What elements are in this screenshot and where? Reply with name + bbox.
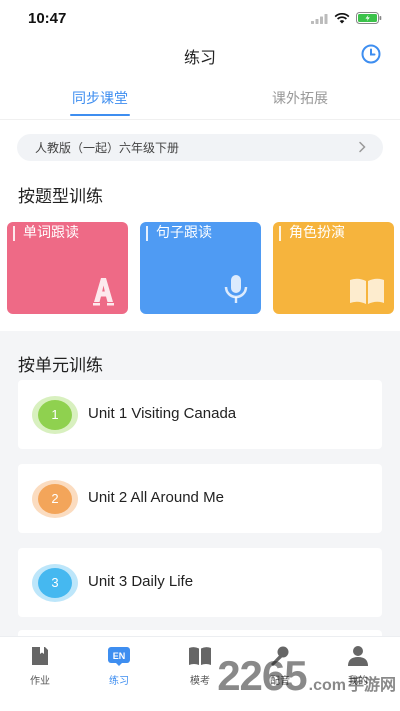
book-icon [350, 278, 384, 304]
word-reading-label: 单词跟读 [13, 226, 79, 241]
microphone-icon [224, 275, 248, 303]
tabbar-homework[interactable]: 作业 [10, 645, 70, 687]
watermark-text: 手游网 [347, 677, 396, 694]
sentence-reading-label: 句子跟读 [146, 226, 212, 241]
watermark-suffix: .com [308, 677, 346, 694]
status-bar: 10:47 [0, 0, 400, 38]
tabbar-homework-label: 作业 [30, 676, 50, 687]
unit-badge: 1 [32, 396, 78, 434]
unit-title: Unit 2 All Around Me [88, 489, 224, 506]
watermark-number: 2265 [217, 652, 307, 699]
textbook-label: 人教版（一起）六年级下册 [35, 141, 180, 155]
tab-active-indicator [70, 114, 130, 116]
word-reading-card[interactable]: 单词跟读 [7, 222, 128, 314]
sentence-reading-card[interactable]: 句子跟读 [140, 222, 261, 314]
role-play-label: 角色扮演 [279, 226, 345, 241]
unit-number: 3 [38, 568, 72, 598]
exam-book-icon [189, 647, 211, 665]
unit-row-3[interactable]: 3 Unit 3 Daily Life [18, 548, 382, 617]
chevron-right-icon [359, 141, 366, 153]
unit-row-1[interactable]: 1 Unit 1 Visiting Canada [18, 380, 382, 449]
homework-icon [32, 647, 48, 665]
signal-icon [311, 13, 328, 24]
tab-extension[interactable]: 课外拓展 [240, 88, 360, 108]
tab-sync-class[interactable]: 同步课堂 [40, 88, 160, 108]
textbook-selector[interactable]: 人教版（一起）六年级下册 [17, 134, 383, 161]
unit-badge: 2 [32, 480, 78, 518]
letter-a-icon [93, 278, 114, 306]
unit-section-title: 按单元训练 [18, 356, 103, 376]
tab-strip: 同步课堂 课外拓展 [0, 74, 400, 120]
watermark: 2265 .com 手游网 [217, 652, 396, 700]
page-title: 练习 [183, 48, 216, 67]
unit-title: Unit 3 Daily Life [88, 573, 194, 590]
status-icons [311, 12, 382, 24]
tabbar-practice-label: 练习 [109, 676, 129, 687]
en-badge-text: EN [113, 651, 126, 661]
top-section: 同步课堂 课外拓展 人教版（一起）六年级下册 按题型训练 单词跟读 句子跟读 角… [0, 74, 400, 331]
unit-title: Unit 1 Visiting Canada [88, 405, 237, 422]
unit-number: 2 [38, 484, 72, 514]
status-time: 10:47 [28, 10, 67, 27]
history-clock-icon[interactable] [360, 43, 382, 65]
tabbar-practice[interactable]: EN 练习 [89, 645, 149, 687]
unit-badge: 3 [32, 564, 78, 602]
unit-number: 1 [38, 400, 72, 430]
wifi-icon [334, 12, 350, 23]
unit-row-2[interactable]: 2 Unit 2 All Around Me [18, 464, 382, 533]
en-practice-icon: EN [108, 647, 130, 666]
question-type-title: 按题型训练 [18, 187, 103, 207]
nav-bar: 练习 [0, 38, 400, 74]
question-type-cards: 单词跟读 句子跟读 角色扮演 [7, 222, 394, 314]
role-play-card[interactable]: 角色扮演 [273, 222, 394, 314]
battery-icon [356, 12, 382, 24]
